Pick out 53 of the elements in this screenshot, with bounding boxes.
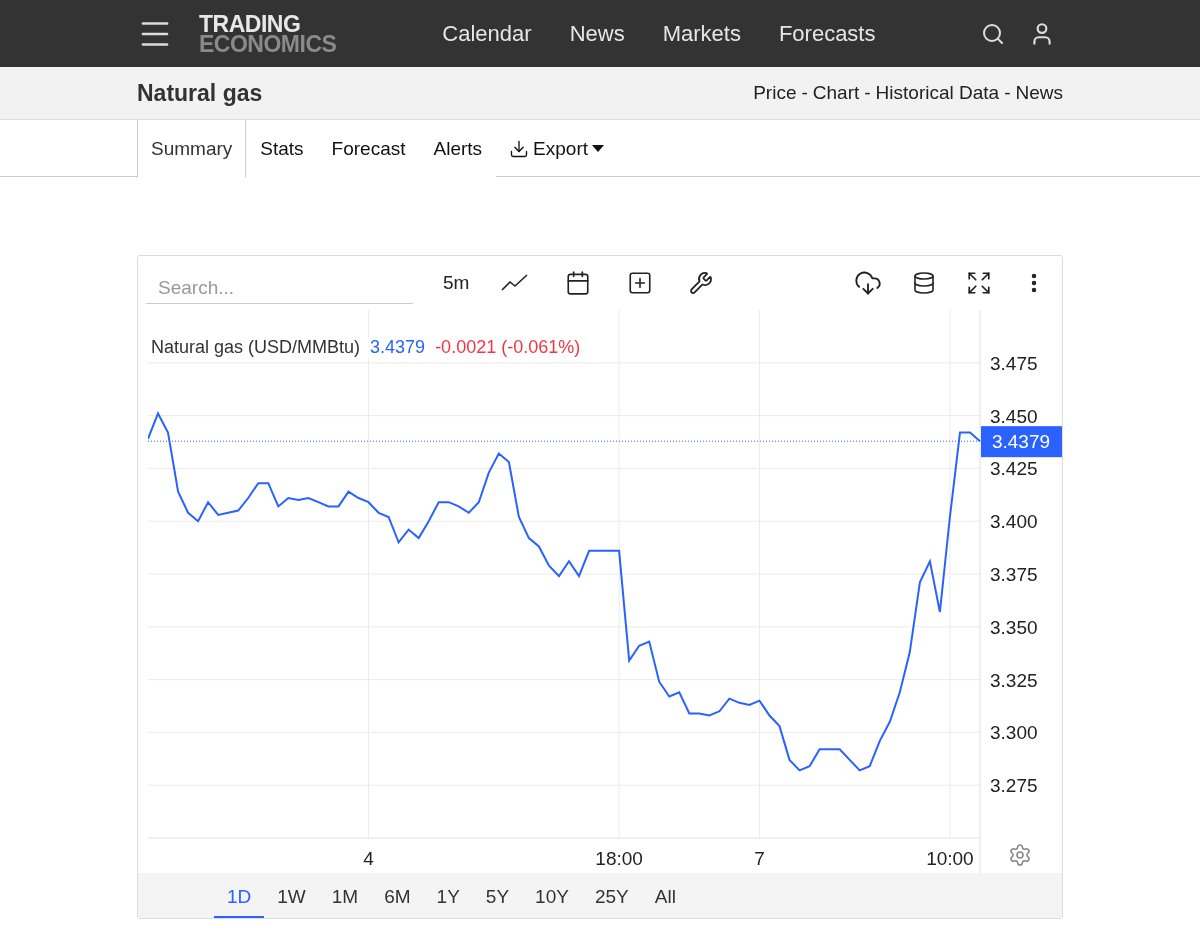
page-title: Natural gas (137, 79, 263, 107)
series-price: 3.4379 (370, 337, 426, 358)
y-axis-label: 3.375 (990, 564, 1038, 585)
period-tab[interactable]: 1M (318, 873, 372, 918)
period-tab[interactable]: 6M (371, 873, 424, 918)
period-tab[interactable]: 10Y (522, 873, 582, 918)
interval-button[interactable]: 5m (443, 272, 470, 294)
section-link[interactable]: Historical Data (875, 82, 1000, 104)
period-tab[interactable]: All (641, 873, 689, 918)
y-axis-label: 3.325 (990, 669, 1038, 691)
add-icon[interactable] (627, 270, 654, 296)
nav-link[interactable]: News (569, 20, 625, 47)
series-name: Natural gas (USD/MMBtu) (151, 337, 361, 358)
x-axis-label: 10:00 (926, 848, 974, 869)
x-axis-label: 7 (754, 848, 765, 869)
period-tab[interactable]: 1Y (423, 873, 473, 918)
link-separator: - (1004, 82, 1011, 104)
y-axis-label: 3.400 (990, 511, 1038, 533)
nav-link[interactable]: Markets (662, 20, 741, 47)
search-icon[interactable] (981, 21, 1005, 46)
link-separator: - (801, 82, 808, 104)
x-axis-label: 4 (363, 848, 374, 869)
nav-link[interactable]: Forecasts (778, 20, 876, 47)
cloud-download-icon[interactable] (854, 269, 882, 297)
tab[interactable]: Summary (137, 120, 247, 178)
series-change: -0.0021 (-0.061%) (435, 337, 581, 358)
section-link[interactable]: Price (753, 82, 797, 104)
logo[interactable]: TRADING ECONOMICS (199, 13, 337, 54)
x-axis-label: 18:00 (595, 848, 643, 869)
nav-link[interactable]: Calendar (442, 20, 532, 47)
database-icon[interactable] (912, 271, 936, 295)
y-axis-label: 3.475 (990, 352, 1038, 374)
calendar-icon[interactable] (565, 270, 592, 296)
period-tab[interactable]: 25Y (581, 873, 642, 918)
y-axis-label: 3.450 (990, 405, 1038, 427)
export-button[interactable]: Export (496, 120, 618, 177)
y-axis-label: 3.350 (990, 616, 1038, 638)
period-tab[interactable]: 1W (264, 873, 319, 918)
wrench-icon[interactable] (689, 271, 714, 295)
download-icon (509, 138, 530, 159)
link-separator: - (864, 82, 871, 104)
period-tab[interactable]: 1D (214, 873, 265, 918)
period-tab[interactable]: 5Y (472, 873, 523, 918)
y-axis-label: 3.425 (990, 458, 1038, 480)
settings-icon[interactable] (1008, 843, 1032, 867)
line-chart-icon[interactable] (501, 273, 530, 293)
expand-icon[interactable] (966, 270, 992, 296)
caret-icon (592, 144, 605, 153)
last-price-label: 3.4379 (981, 426, 1062, 458)
y-axis-label: 3.275 (990, 775, 1038, 797)
y-axis-label: 3.300 (990, 722, 1038, 744)
section-link[interactable]: News (1015, 82, 1063, 104)
section-link[interactable]: Chart (812, 82, 860, 104)
